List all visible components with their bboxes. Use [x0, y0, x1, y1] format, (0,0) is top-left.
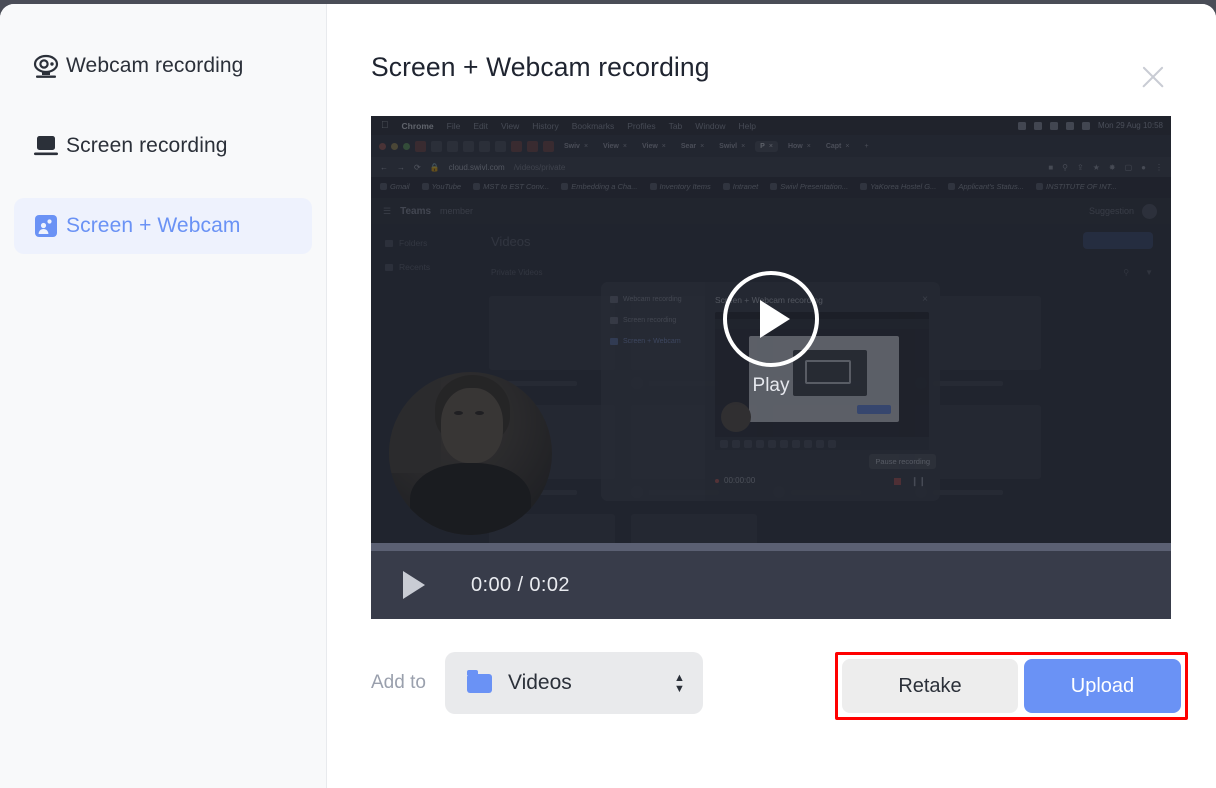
sidebar: Webcam recording Screen recording Screen… — [0, 4, 327, 788]
sidebar-item-screen-webcam[interactable]: Screen + Webcam — [14, 198, 312, 254]
chevron-down-icon: ▼ — [674, 682, 685, 695]
play-overlay-button[interactable]: Play — [723, 270, 819, 397]
action-buttons-highlight: Retake Upload — [835, 652, 1188, 720]
play-triangle-icon — [760, 299, 790, 338]
sidebar-item-label: Screen + Webcam — [66, 214, 241, 237]
page-title: Screen + Webcam recording — [371, 52, 710, 82]
sidebar-item-screen-recording[interactable]: Screen recording — [14, 118, 312, 174]
sidebar-item-label: Webcam recording — [66, 54, 244, 77]
sidebar-item-label: Screen recording — [66, 134, 228, 157]
video-controls: 0:00 / 0:02 — [371, 551, 1171, 619]
monitor-icon — [26, 133, 66, 159]
webcam-icon — [26, 53, 66, 79]
screen-webcam-icon — [26, 213, 66, 239]
play-button[interactable] — [403, 571, 425, 599]
add-to-label: Add to — [371, 672, 426, 693]
video-frame:  Chrome File Edit View History Bookmark… — [371, 116, 1171, 551]
video-progress-bar[interactable] — [371, 543, 1171, 551]
main-panel: Screen + Webcam recording  Chrome File … — [327, 4, 1216, 788]
upload-button[interactable]: Upload — [1024, 659, 1181, 713]
sidebar-item-webcam-recording[interactable]: Webcam recording — [14, 38, 312, 94]
close-icon[interactable] — [1136, 60, 1170, 94]
retake-button[interactable]: Retake — [842, 659, 1018, 713]
recording-modal: Webcam recording Screen recording Screen… — [0, 4, 1216, 788]
play-overlay-label: Play — [752, 374, 790, 396]
chevron-updown-icon: ▲ ▼ — [674, 671, 685, 695]
folder-select[interactable]: Videos ▲ ▼ — [444, 652, 703, 714]
chevron-up-icon: ▲ — [674, 671, 685, 684]
video-player[interactable]:  Chrome File Edit View History Bookmark… — [371, 116, 1171, 619]
modal-footer: Add to Videos ▲ ▼ Retake Upload — [371, 652, 1188, 720]
time-display: 0:00 / 0:02 — [471, 573, 570, 596]
folder-icon — [466, 669, 492, 693]
modal-header: Screen + Webcam recording — [371, 4, 1172, 116]
play-circle-icon — [723, 270, 819, 367]
folder-name: Videos — [507, 671, 572, 694]
